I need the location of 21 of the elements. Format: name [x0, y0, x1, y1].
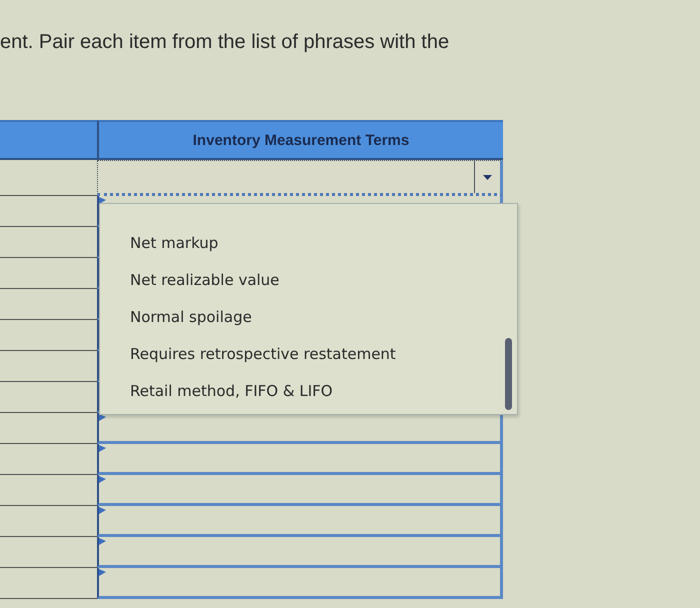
marker-icon: [99, 569, 106, 576]
select-field[interactable]: [97, 568, 503, 599]
marker-icon: [99, 538, 106, 545]
select-field[interactable]: [97, 506, 503, 537]
column-header: Inventory Measurement Terms: [97, 120, 503, 160]
select-field[interactable]: [97, 537, 503, 568]
dropdown-option[interactable]: Retail method, FIFO & LIFO: [122, 372, 341, 409]
select-field[interactable]: [97, 475, 503, 506]
dropdown-option[interactable]: Normal spoilage: [122, 298, 260, 335]
marker-icon: [99, 476, 106, 483]
select-field[interactable]: [97, 413, 503, 444]
scroll-thumb[interactable]: [505, 338, 512, 410]
select-field[interactable]: [97, 160, 503, 196]
marker-icon: [99, 445, 106, 452]
caret-icon: [483, 174, 492, 180]
dropdown-option[interactable]: Requires retrospective restatement: [122, 335, 404, 372]
dropdown-option[interactable]: Net markup: [122, 224, 226, 261]
dropdown-option[interactable]: Net realizable value: [122, 261, 288, 298]
select-field[interactable]: [97, 444, 503, 475]
instruction-text: ent. Pair each item from the list of phrases with the: [0, 30, 450, 55]
marker-icon: [99, 507, 106, 514]
